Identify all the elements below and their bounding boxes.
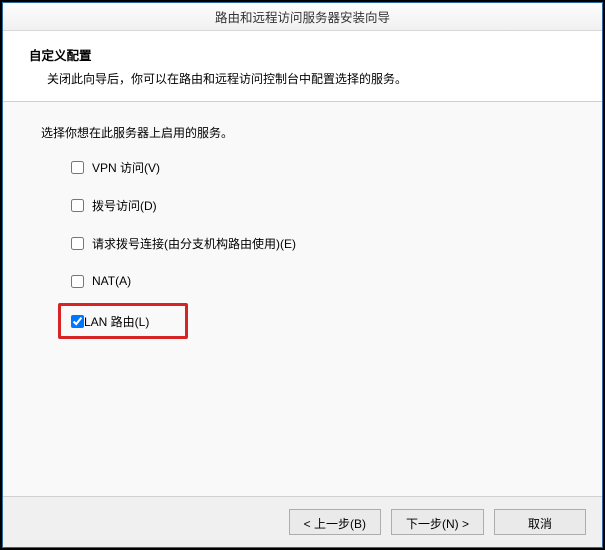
header-title: 自定义配置	[29, 45, 584, 64]
button-bar: < 上一步(B) 下一步(N) > 取消	[3, 496, 602, 547]
label-demand-dial[interactable]: 请求拨号连接(由分支机构路由使用)(E)	[92, 235, 296, 252]
window-title: 路由和远程访问服务器安装向导	[215, 7, 390, 26]
checkbox-nat[interactable]	[71, 275, 84, 288]
option-demand-dial[interactable]: 请求拨号连接(由分支机构路由使用)(E)	[71, 233, 564, 253]
option-nat[interactable]: NAT(A)	[71, 271, 564, 291]
checkbox-lan-routing[interactable]	[71, 315, 84, 328]
titlebar: 路由和远程访问服务器安装向导	[3, 3, 602, 31]
checkbox-vpn[interactable]	[71, 161, 84, 174]
instruction-text: 选择你想在此服务器上启用的服务。	[41, 124, 564, 141]
label-lan-routing[interactable]: LAN 路由(L)	[84, 313, 149, 330]
content-area: 选择你想在此服务器上启用的服务。 VPN 访问(V) 拨号访问(D) 请求拨号连…	[3, 102, 602, 496]
header-subtitle: 关闭此向导后，你可以在路由和远程访问控制台中配置选择的服务。	[29, 70, 584, 87]
wizard-header: 自定义配置 关闭此向导后，你可以在路由和远程访问控制台中配置选择的服务。	[3, 31, 602, 102]
next-button[interactable]: 下一步(N) >	[391, 509, 484, 535]
options-group: VPN 访问(V) 拨号访问(D) 请求拨号连接(由分支机构路由使用)(E) N…	[41, 157, 564, 349]
wizard-window: 路由和远程访问服务器安装向导 自定义配置 关闭此向导后，你可以在路由和远程访问控…	[2, 2, 603, 548]
option-vpn[interactable]: VPN 访问(V)	[71, 157, 564, 177]
checkbox-dialup[interactable]	[71, 199, 84, 212]
label-vpn[interactable]: VPN 访问(V)	[92, 159, 160, 176]
option-dialup[interactable]: 拨号访问(D)	[71, 195, 564, 215]
label-nat[interactable]: NAT(A)	[92, 274, 131, 288]
label-dialup[interactable]: 拨号访问(D)	[92, 197, 157, 214]
checkbox-demand-dial[interactable]	[71, 237, 84, 250]
highlight-box: LAN 路由(L)	[58, 303, 188, 339]
back-button[interactable]: < 上一步(B)	[289, 509, 381, 535]
cancel-button[interactable]: 取消	[494, 509, 586, 535]
